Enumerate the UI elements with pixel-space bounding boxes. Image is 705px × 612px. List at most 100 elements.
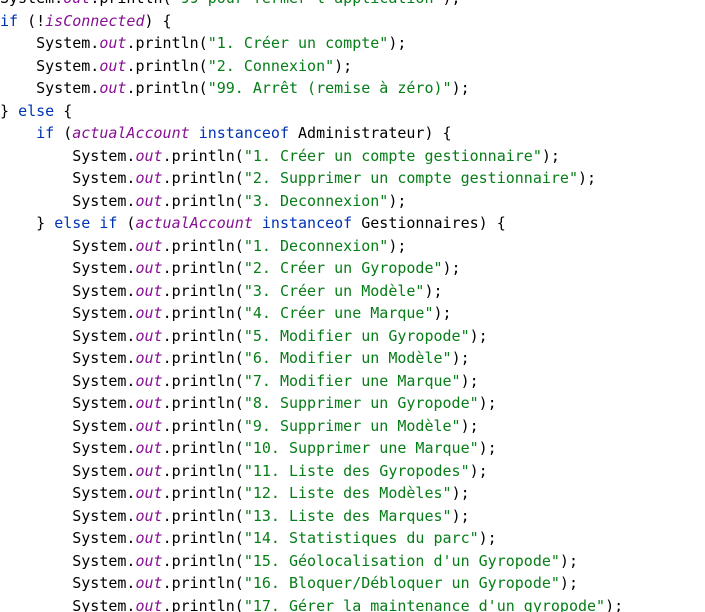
code-token: System. xyxy=(0,506,136,525)
field-token: out xyxy=(135,551,163,570)
field-token: out xyxy=(135,371,163,390)
string-token: "1. Deconnexion" xyxy=(243,236,389,255)
code-line[interactable]: if (actualAccount instanceof Administrat… xyxy=(0,122,623,145)
code-token: System. xyxy=(0,416,136,435)
code-editor[interactable]: System.out.println("99 pour fermer l'app… xyxy=(0,0,684,612)
code-line[interactable]: } else if (actualAccount instanceof Gest… xyxy=(0,212,623,235)
code-token: System. xyxy=(0,484,136,502)
keyword-token: if xyxy=(36,124,55,142)
code-token: ); xyxy=(478,394,497,412)
code-token: .println( xyxy=(162,394,244,412)
code-token: System. xyxy=(0,326,136,345)
code-token: System. xyxy=(0,461,136,480)
field-token: out xyxy=(135,439,163,457)
code-line[interactable]: System.out.println("5. Modifier un Gyrop… xyxy=(0,325,623,348)
code-token: .println( xyxy=(162,236,244,255)
code-token: Gestionnaires) { xyxy=(352,214,506,232)
field-token: out xyxy=(135,349,163,367)
code-line[interactable]: System.out.println("12. Liste des Modèle… xyxy=(0,482,623,505)
code-token: .println( xyxy=(162,169,244,187)
code-token: System. xyxy=(0,146,136,165)
field-token: out xyxy=(135,169,163,187)
code-line[interactable]: System.out.println("2. Connexion"); xyxy=(0,55,623,78)
code-token: .println( xyxy=(162,371,244,390)
string-token: "6. Modifier un Modèle" xyxy=(243,349,452,367)
code-line[interactable]: System.out.println("1. Créer un compte g… xyxy=(0,145,623,168)
string-token: "3. Créer un Modèle" xyxy=(243,281,425,300)
code-token: System. xyxy=(0,574,136,592)
code-line[interactable]: System.out.println("6. Modifier un Modèl… xyxy=(0,347,623,370)
code-line[interactable]: System.out.println("99 pour fermer l'app… xyxy=(0,0,623,10)
code-token: } xyxy=(0,101,19,120)
code-line[interactable]: } else { xyxy=(0,100,623,123)
code-token: System. xyxy=(0,281,136,300)
code-token: System. xyxy=(0,371,136,390)
code-token: ); xyxy=(451,506,470,525)
code-token: .println( xyxy=(162,484,244,502)
code-line[interactable]: System.out.println("7. Modifier une Marq… xyxy=(0,370,623,393)
keyword-token: else xyxy=(18,101,55,120)
code-line[interactable]: System.out.println("15. Géolocalisation … xyxy=(0,550,623,573)
string-token: "13. Liste des Marques" xyxy=(243,506,452,525)
field-token: out xyxy=(135,304,163,322)
code-token: } xyxy=(0,214,55,232)
code-token: ); xyxy=(605,596,624,612)
code-line[interactable]: System.out.println("13. Liste des Marque… xyxy=(0,505,623,528)
code-token: ); xyxy=(559,574,578,592)
string-token: "17. Gérer la maintenance d'un gyropode" xyxy=(243,596,606,612)
code-line[interactable]: System.out.println("3. Deconnexion"); xyxy=(0,190,623,213)
code-line[interactable]: System.out.println("11. Liste des Gyropo… xyxy=(0,460,623,483)
field-token: out xyxy=(135,146,163,165)
code-token: ); xyxy=(388,34,407,52)
code-token: System. xyxy=(0,349,136,367)
code-token: .println( xyxy=(126,56,208,75)
code-line[interactable]: System.out.println("99. Arrêt (remise à … xyxy=(0,77,623,100)
code-token: ); xyxy=(442,259,461,277)
field-token: actualAccount xyxy=(135,214,253,232)
code-token: .println( xyxy=(162,461,244,480)
code-line[interactable]: System.out.println("9. Supprimer un Modè… xyxy=(0,415,623,438)
string-token: "1. Créer un compte gestionnaire" xyxy=(243,146,542,165)
code-line[interactable]: System.out.println("4. Créer une Marque"… xyxy=(0,302,623,325)
field-token: isConnected xyxy=(45,11,145,30)
code-line[interactable]: System.out.println("2. Créer un Gyropode… xyxy=(0,257,623,280)
string-token: "12. Liste des Modèles" xyxy=(243,484,452,502)
field-token: out xyxy=(135,506,163,525)
code-token: .println( xyxy=(162,416,244,435)
code-line[interactable]: System.out.println("2. Supprimer un comp… xyxy=(0,167,623,190)
code-token: System. xyxy=(0,394,136,412)
code-token: ); xyxy=(443,0,461,7)
code-line[interactable]: System.out.println("3. Créer un Modèle")… xyxy=(0,280,623,303)
code-token: System. xyxy=(0,56,100,75)
code-line[interactable]: if (!isConnected) { xyxy=(0,10,623,33)
field-token: out xyxy=(63,0,90,7)
code-token: { xyxy=(54,101,73,120)
code-line[interactable]: System.out.println("8. Supprimer un Gyro… xyxy=(0,392,623,415)
string-token: "3. Deconnexion" xyxy=(243,191,389,210)
code-line[interactable]: System.out.println("1. Créer un compte")… xyxy=(0,32,623,55)
field-token: out xyxy=(135,236,163,255)
keyword-token: instanceof xyxy=(198,124,289,142)
code-token: ); xyxy=(388,191,407,210)
code-token: .println( xyxy=(162,326,244,345)
code-token: ( xyxy=(117,214,136,232)
code-line[interactable]: System.out.println("10. Supprimer une Ma… xyxy=(0,437,623,460)
code-token: ); xyxy=(559,551,578,570)
code-token: .println( xyxy=(90,0,171,7)
code-token: ); xyxy=(388,236,407,255)
string-token: "2. Créer un Gyropode" xyxy=(243,259,443,277)
field-token: out xyxy=(99,79,127,97)
field-token: out xyxy=(135,394,163,412)
field-token: out xyxy=(99,34,127,52)
code-line[interactable]: System.out.println("1. Deconnexion"); xyxy=(0,235,623,258)
code-line[interactable]: System.out.println("16. Bloquer/Débloque… xyxy=(0,572,623,595)
field-token: out xyxy=(135,416,163,435)
code-line[interactable]: System.out.println("14. Statistiques du … xyxy=(0,527,623,550)
code-block[interactable]: System.out.println("99 pour fermer l'app… xyxy=(0,0,623,612)
code-token: System. xyxy=(0,304,136,322)
code-token: ); xyxy=(478,529,497,547)
code-line[interactable]: System.out.println("17. Gérer la mainten… xyxy=(0,595,623,612)
